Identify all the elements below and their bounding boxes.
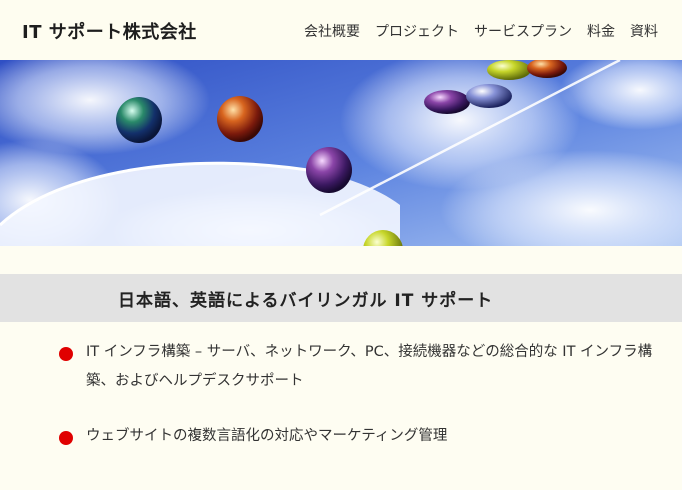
service-text: ウェブサイトの複数言語化の対応やマーケティング管理	[86, 428, 448, 444]
nav-item-pricing[interactable]: 料金	[587, 21, 615, 41]
red-bullet-icon	[59, 431, 73, 445]
nav-item-documents[interactable]: 資料	[630, 21, 658, 41]
section-heading: 日本語、英語によるバイリンガル IT サポート	[118, 291, 494, 311]
main-nav: 会社概要 プロジェクト サービスプラン 料金 資料	[304, 21, 658, 41]
services-list: IT インフラ構築 – サーバ、ネットワーク、PC、接続機器などの総合的な IT…	[58, 338, 668, 477]
red-bullet-icon	[59, 347, 73, 361]
list-item: ウェブサイトの複数言語化の対応やマーケティング管理	[58, 422, 668, 451]
hero-banner	[0, 60, 682, 246]
company-logo-text[interactable]: IT サポート株式会社	[22, 18, 197, 44]
hero-banner-image	[0, 60, 682, 246]
service-text: IT インフラ構築 – サーバ、ネットワーク、PC、接続機器などの総合的な IT…	[86, 344, 653, 389]
nav-item-company[interactable]: 会社概要	[304, 21, 360, 41]
list-item: IT インフラ構築 – サーバ、ネットワーク、PC、接続機器などの総合的な IT…	[58, 338, 668, 396]
nav-item-projects[interactable]: プロジェクト	[375, 21, 459, 41]
site-header: IT サポート株式会社 会社概要 プロジェクト サービスプラン 料金 資料	[0, 0, 682, 60]
nav-item-service-plans[interactable]: サービスプラン	[474, 21, 572, 41]
section-heading-band: 日本語、英語によるバイリンガル IT サポート	[0, 274, 682, 322]
